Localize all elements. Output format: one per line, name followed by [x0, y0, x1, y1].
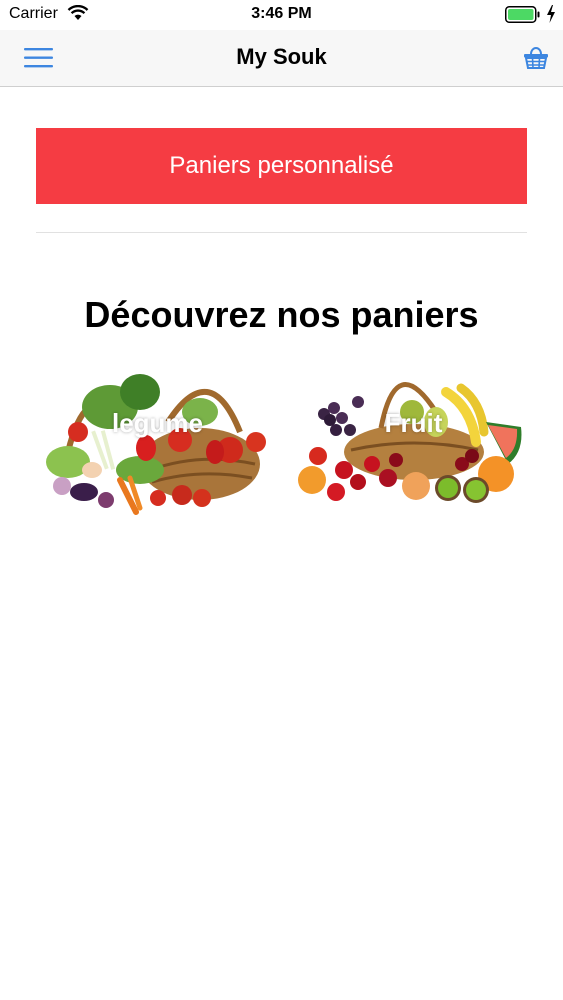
- clock-time: 3:46 PM: [251, 5, 312, 22]
- basket-card-legume[interactable]: legume: [40, 352, 275, 520]
- charging-bolt-icon: [546, 5, 556, 28]
- page-title: My Souk: [236, 44, 327, 69]
- custom-baskets-button[interactable]: Paniers personnalisé: [36, 128, 527, 204]
- basket-card-fruit[interactable]: Fruit: [296, 352, 531, 520]
- nav-bar: My Souk: [0, 30, 563, 87]
- basket-icon[interactable]: [523, 44, 549, 70]
- custom-baskets-label: Paniers personnalisé: [169, 152, 394, 179]
- battery-charging-icon: [505, 6, 541, 29]
- basket-label-fruit: Fruit: [384, 408, 443, 438]
- section-title: Découvrez nos paniers: [84, 294, 479, 335]
- divider: [36, 232, 527, 233]
- status-bar: Carrier 3:46 PM: [0, 0, 563, 30]
- basket-label-legume: legume: [111, 408, 204, 438]
